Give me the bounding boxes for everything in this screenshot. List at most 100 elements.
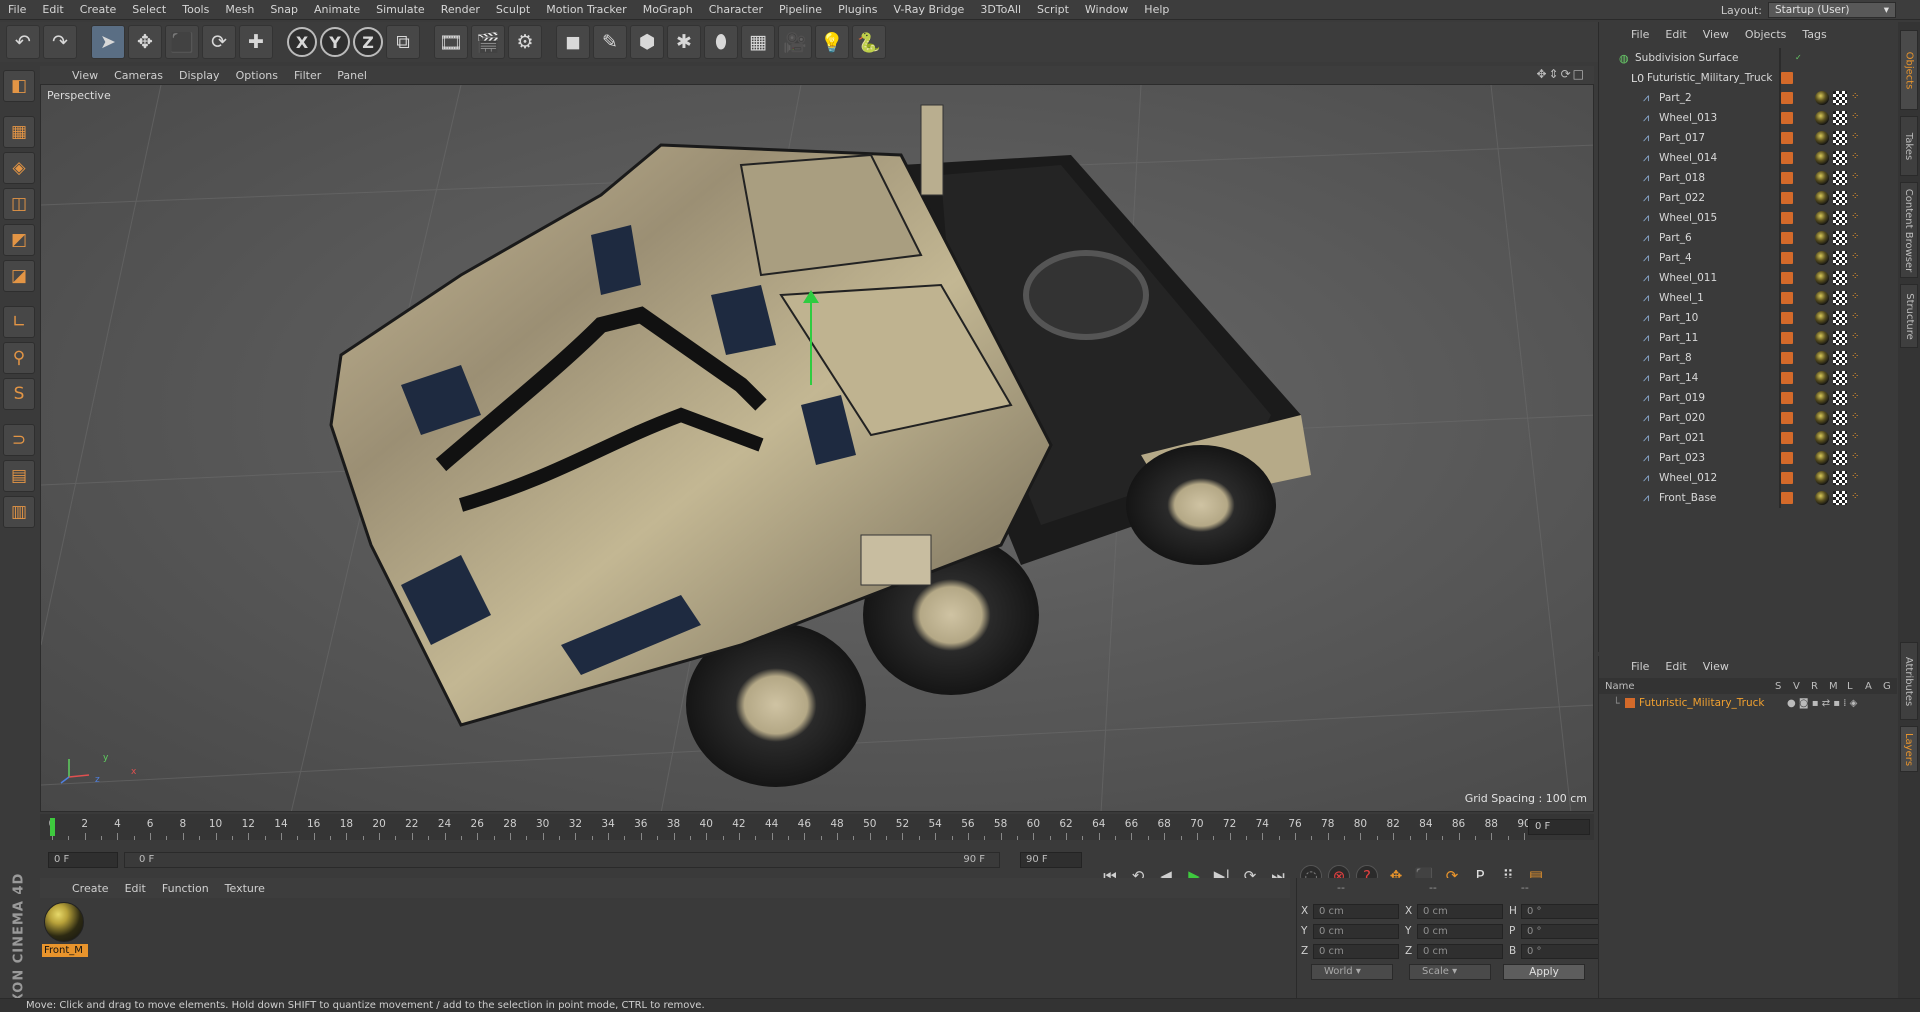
- material-tag-icon[interactable]: [1815, 391, 1829, 405]
- menu-item-character[interactable]: Character: [701, 0, 771, 20]
- viewport-menu-filter[interactable]: Filter: [286, 69, 329, 82]
- magnet-icon[interactable]: ⊃: [3, 424, 35, 456]
- texture-tag-icon[interactable]: [1833, 111, 1847, 125]
- material-tag-icon[interactable]: [1815, 191, 1829, 205]
- object-row[interactable]: ⩘ Wheel_014 ⁘: [1599, 148, 1897, 168]
- object-row[interactable]: ⩘ Part_023 ⁘: [1599, 448, 1897, 468]
- lock-workplane-icon[interactable]: ▤: [3, 460, 35, 492]
- material-tag-icon[interactable]: [1815, 211, 1829, 225]
- object-menu-file[interactable]: File: [1623, 28, 1657, 41]
- object-name[interactable]: Wheel_1: [1659, 292, 1704, 304]
- material-tag-icon[interactable]: [1815, 251, 1829, 265]
- object-row[interactable]: ⩘ Wheel_015 ⁘: [1599, 208, 1897, 228]
- x-axis-button[interactable]: X: [287, 27, 317, 57]
- layer-column-m[interactable]: M: [1829, 681, 1838, 692]
- uvw-tag-icon[interactable]: ⁘: [1851, 451, 1859, 462]
- layer-column-r[interactable]: R: [1811, 681, 1818, 692]
- side-tab-takes[interactable]: Takes: [1900, 116, 1918, 176]
- object-row[interactable]: ⩘ Part_4 ⁘: [1599, 248, 1897, 268]
- object-row[interactable]: ⩘ Wheel_011 ⁘: [1599, 268, 1897, 288]
- texture-tag-icon[interactable]: [1833, 191, 1847, 205]
- object-row[interactable]: ⩘ Part_8 ⁘: [1599, 348, 1897, 368]
- move-button[interactable]: ✥: [128, 25, 162, 59]
- material-tag-icon[interactable]: [1815, 351, 1829, 365]
- axis-mode-icon[interactable]: ∟: [3, 306, 35, 338]
- menu-item-help[interactable]: Help: [1136, 0, 1177, 20]
- layer-color-swatch[interactable]: [1781, 232, 1793, 244]
- preview-range-slider[interactable]: 0 F 90 F: [124, 852, 1000, 868]
- viewport-perspective-label[interactable]: Perspective: [47, 89, 111, 102]
- object-name[interactable]: Futuristic_Military_Truck: [1647, 72, 1773, 84]
- y-axis-button[interactable]: Y: [320, 27, 350, 57]
- scale-button[interactable]: ⬛: [165, 25, 199, 59]
- layer-menu-file[interactable]: File: [1623, 660, 1657, 673]
- coord-field-y[interactable]: 0 cm: [1313, 923, 1399, 939]
- material-tag-icon[interactable]: [1815, 431, 1829, 445]
- menu-item-mesh[interactable]: Mesh: [217, 0, 262, 20]
- layer-color-swatch[interactable]: [1781, 312, 1793, 324]
- menu-item-select[interactable]: Select: [124, 0, 174, 20]
- layer-color-swatch[interactable]: [1781, 392, 1793, 404]
- tweak-mode-icon[interactable]: ⚲: [3, 342, 35, 374]
- layer-color-swatch[interactable]: [1781, 352, 1793, 364]
- texture-tag-icon[interactable]: [1833, 171, 1847, 185]
- floor-button[interactable]: ▦: [741, 25, 775, 59]
- object-row[interactable]: ⩘ Part_020 ⁘: [1599, 408, 1897, 428]
- z-axis-button[interactable]: Z: [353, 27, 383, 57]
- menu-item-v-ray-bridge[interactable]: V-Ray Bridge: [885, 0, 972, 20]
- side-tab-objects[interactable]: Objects: [1900, 30, 1918, 110]
- uvw-tag-icon[interactable]: ⁘: [1851, 351, 1859, 362]
- uvw-tag-icon[interactable]: ⁘: [1851, 111, 1859, 122]
- truck-model[interactable]: [329, 104, 1311, 787]
- material-menu-edit[interactable]: Edit: [117, 882, 154, 895]
- texture-tag-icon[interactable]: [1833, 431, 1847, 445]
- object-menu-edit[interactable]: Edit: [1657, 28, 1694, 41]
- python-button[interactable]: 🐍: [852, 25, 886, 59]
- material-tag-icon[interactable]: [1815, 491, 1829, 505]
- object-name[interactable]: Part_021: [1659, 432, 1705, 444]
- layer-row[interactable]: └ Futuristic_Military_Truck ● ◙ ▪ ⇄ ▪ ⁞ …: [1599, 694, 1897, 712]
- material-tag-icon[interactable]: [1815, 331, 1829, 345]
- object-name[interactable]: Part_10: [1659, 312, 1698, 324]
- snap-icon[interactable]: S: [3, 378, 35, 410]
- layer-switch-icons[interactable]: ● ◙ ▪ ⇄ ▪ ⁞ ◈: [1787, 698, 1857, 709]
- object-row[interactable]: ⩘ Part_11 ⁘: [1599, 328, 1897, 348]
- model-mode-icon[interactable]: ◧: [3, 70, 35, 102]
- material-tag-icon[interactable]: [1815, 291, 1829, 305]
- texture-tag-icon[interactable]: [1833, 371, 1847, 385]
- object-row[interactable]: ⩘ Part_018 ⁘: [1599, 168, 1897, 188]
- material-tag-icon[interactable]: [1815, 451, 1829, 465]
- layer-column-g[interactable]: G: [1883, 681, 1891, 692]
- viewport-navigation-icons[interactable]: ✥⇕⟳□: [1536, 67, 1586, 81]
- coord-field-x[interactable]: 0 cm: [1313, 903, 1399, 919]
- viewport-menu-cameras[interactable]: Cameras: [106, 69, 171, 82]
- texture-tag-icon[interactable]: [1833, 491, 1847, 505]
- material-tag-icon[interactable]: [1815, 91, 1829, 105]
- material-menu-create[interactable]: Create: [64, 882, 117, 895]
- texture-tag-icon[interactable]: [1833, 131, 1847, 145]
- object-name[interactable]: Part_14: [1659, 372, 1698, 384]
- undo-button[interactable]: ↶: [6, 25, 40, 59]
- timeline-ruler[interactable]: 0246810121416182022242628303234363840424…: [40, 814, 1594, 840]
- layer-menu-edit[interactable]: Edit: [1657, 660, 1694, 673]
- object-name[interactable]: Part_4: [1659, 252, 1692, 264]
- texture-tag-icon[interactable]: [1833, 211, 1847, 225]
- texture-tag-icon[interactable]: [1833, 271, 1847, 285]
- object-name[interactable]: Wheel_013: [1659, 112, 1717, 124]
- scale-dropdown[interactable]: Scale ▾: [1409, 964, 1491, 980]
- material-tag-icon[interactable]: [1815, 231, 1829, 245]
- coord-field-x[interactable]: 0 cm: [1417, 903, 1503, 919]
- array-button[interactable]: ✱: [667, 25, 701, 59]
- end-frame-field[interactable]: 90 F: [1020, 852, 1082, 868]
- menu-item-script[interactable]: Script: [1029, 0, 1077, 20]
- menu-item-simulate[interactable]: Simulate: [368, 0, 433, 20]
- start-frame-field[interactable]: 0 F: [48, 852, 118, 868]
- edit-render-settings-button[interactable]: ⚙: [508, 25, 542, 59]
- uvw-tag-icon[interactable]: ⁘: [1851, 371, 1859, 382]
- object-name[interactable]: Wheel_012: [1659, 472, 1717, 484]
- menu-item-sculpt[interactable]: Sculpt: [488, 0, 538, 20]
- object-menu-tags[interactable]: Tags: [1794, 28, 1834, 41]
- material-tag-icon[interactable]: [1815, 131, 1829, 145]
- uvw-tag-icon[interactable]: ⁘: [1851, 411, 1859, 422]
- layer-color-swatch[interactable]: [1781, 92, 1793, 104]
